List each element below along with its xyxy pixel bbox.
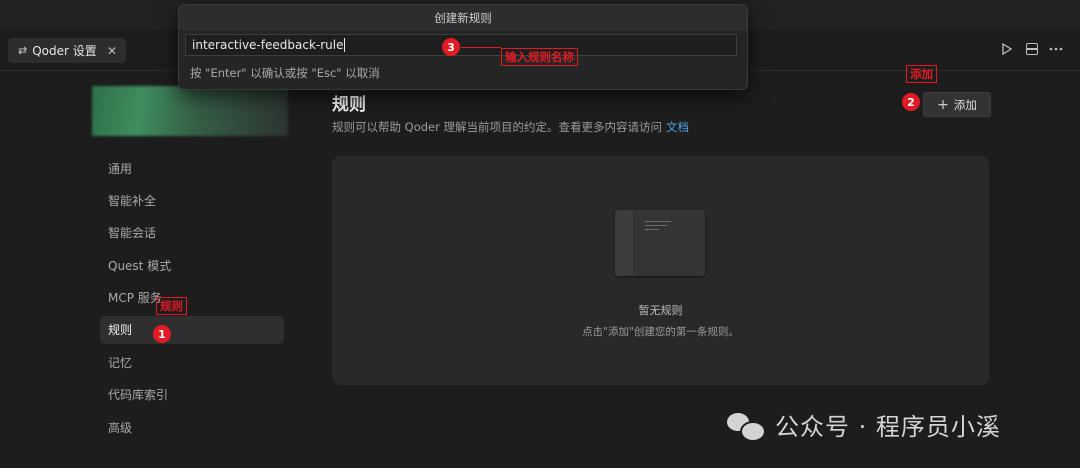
annotation-label-3: 输入规则名称 — [501, 48, 578, 66]
description-text: 规则可以帮助 Qoder 理解当前项目的约定。查看更多内容请访问 — [332, 120, 662, 134]
annotation-badge-1: 1 — [153, 325, 171, 343]
sidebar-item-mcp[interactable]: MCP 服务 — [100, 284, 284, 312]
empty-state-subtitle: 点击"添加"创建您的第一条规则。 — [582, 326, 739, 338]
empty-state-title: 暂无规则 — [638, 304, 683, 317]
sidebar-item-quest-mode[interactable]: Quest 模式 — [100, 251, 284, 279]
more-icon[interactable] — [1047, 40, 1065, 58]
settings-sliders-icon: ⇄ — [18, 44, 28, 57]
run-icon[interactable] — [998, 40, 1016, 58]
tab-qoder-settings[interactable]: ⇄ Qoder 设置 ✕ — [8, 38, 126, 63]
empty-document-icon — [615, 210, 705, 276]
add-rule-button[interactable]: + 添加 — [923, 92, 991, 117]
page-title: 规则 — [332, 95, 366, 115]
dialog-hint: 按 "Enter" 以确认或按 "Esc" 以取消 — [190, 66, 380, 80]
sidebar-item-codebase-index[interactable]: 代码库索引 — [100, 381, 284, 409]
split-editor-icon[interactable] — [1023, 40, 1041, 58]
plus-icon: + — [937, 96, 949, 113]
sidebar-item-memory[interactable]: 记忆 — [100, 348, 284, 376]
settings-sidebar: 通用 智能补全 智能会话 Quest 模式 MCP 服务 规则 记忆 代码库索引… — [100, 154, 284, 446]
sidebar-item-completion[interactable]: 智能补全 — [100, 186, 284, 214]
annotation-badge-3: 3 — [442, 38, 460, 56]
rule-name-value: interactive-feedback-rule — [192, 38, 344, 52]
dialog-title: 创建新规则 — [179, 5, 747, 30]
tab-label: Qoder 设置 — [32, 44, 97, 58]
wechat-watermark: 公众号 · 程序员小溪 — [727, 407, 1001, 442]
page-description: 规则可以帮助 Qoder 理解当前项目的约定。查看更多内容请访问 文档 — [332, 119, 689, 135]
sidebar-item-advanced[interactable]: 高级 — [100, 413, 284, 441]
sidebar-item-chat[interactable]: 智能会话 — [100, 219, 284, 247]
text-caret — [344, 38, 346, 52]
wechat-icon — [727, 411, 766, 442]
annotation-label-2: 添加 — [906, 65, 937, 83]
add-button-label: 添加 — [953, 97, 977, 112]
sidebar-item-general[interactable]: 通用 — [100, 154, 284, 182]
profile-banner — [92, 86, 288, 136]
annotation-line-3 — [461, 47, 501, 48]
rules-empty-state: 暂无规则 点击"添加"创建您的第一条规则。 — [332, 156, 989, 385]
sidebar-item-rules[interactable]: 规则 — [100, 315, 284, 344]
docs-link[interactable]: 文档 — [666, 120, 689, 134]
rule-name-input[interactable]: interactive-feedback-rule — [185, 34, 737, 56]
close-icon[interactable]: ✕ — [107, 44, 117, 58]
watermark-text: 公众号 · 程序员小溪 — [775, 413, 1001, 441]
annotation-label-1: 规则 — [156, 297, 187, 315]
annotation-badge-2: 2 — [902, 93, 920, 111]
